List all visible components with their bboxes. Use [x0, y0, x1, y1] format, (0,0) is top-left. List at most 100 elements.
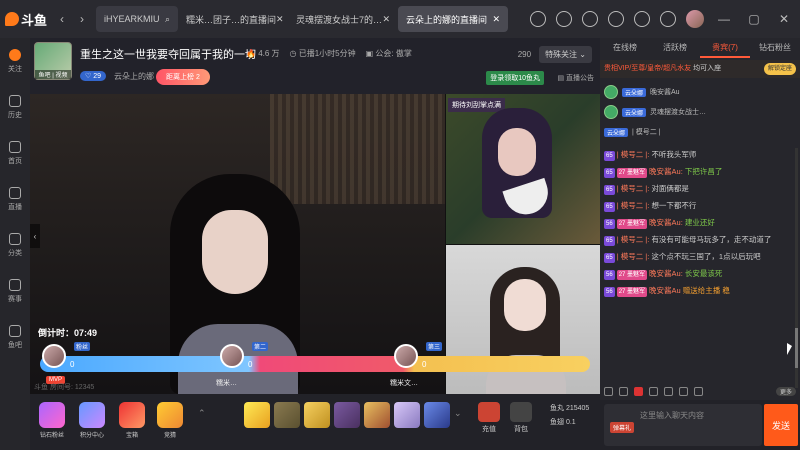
gift-item-3[interactable] — [304, 402, 330, 428]
favorite-icon[interactable] — [556, 11, 572, 27]
gift-item-1[interactable] — [244, 402, 270, 428]
pk-avatar-2[interactable] — [220, 344, 244, 368]
filter-icon[interactable] — [664, 386, 673, 396]
chat-user[interactable]: 晚安酱Au — [649, 286, 681, 295]
chat-user[interactable]: | 模号二 |: — [617, 235, 650, 244]
tab-online-rank[interactable]: 在线榜 — [600, 38, 650, 58]
gift-scroll-up-icon[interactable]: ⌃ — [198, 408, 206, 419]
chat-scroll-thumb[interactable] — [795, 328, 798, 368]
close-icon[interactable]: ✕ — [382, 14, 390, 25]
wallet-info: 鱼丸 215405 鱼翅 0.1 — [550, 402, 589, 430]
message-icon[interactable] — [530, 11, 546, 27]
level-badge: 56 — [604, 287, 615, 297]
gift-item-7[interactable] — [424, 402, 450, 428]
sidebar-item-history[interactable]: 历史 — [0, 84, 30, 130]
search-icon[interactable]: ⌕ — [165, 14, 170, 25]
shield-icon[interactable] — [634, 386, 643, 396]
pk-countdown: 倒计时：07:49 — [38, 326, 97, 339]
diamond-fans-button[interactable]: 钻石粉丝 — [34, 402, 70, 439]
collapse-sidebar-button[interactable]: ‹ — [30, 224, 40, 248]
barrage-gift-tag[interactable]: 弹幕礼 — [610, 422, 635, 433]
gift-item-5[interactable] — [364, 402, 390, 428]
volume-icon[interactable] — [619, 386, 628, 396]
window-close-icon[interactable]: ✕ — [774, 9, 794, 29]
sidebar-item-category[interactable]: 分类 — [0, 222, 30, 268]
pk-avatar-1[interactable] — [42, 344, 66, 368]
gift-item-2[interactable] — [274, 402, 300, 428]
clear-icon[interactable] — [604, 386, 613, 396]
close-icon[interactable]: ✕ — [492, 14, 500, 25]
user-avatar[interactable] — [686, 10, 704, 28]
close-icon[interactable]: ✕ — [276, 14, 284, 25]
gift-item-6[interactable] — [394, 402, 420, 428]
chat-user[interactable]: | 模号二 |: — [617, 150, 650, 159]
sidebar-item-fishbar[interactable]: 鱼吧 — [0, 314, 30, 360]
app-icon[interactable] — [660, 11, 676, 27]
sidebar-item-label: 鱼吧 — [8, 341, 22, 349]
face-shape — [504, 279, 546, 331]
back-arrow-icon[interactable]: ‹ — [52, 9, 72, 29]
tab-vip[interactable]: 贵宾(7) — [700, 38, 750, 58]
trophy-icon — [9, 278, 21, 291]
pk-avatar-3[interactable] — [394, 344, 418, 368]
unlock-seat-button[interactable]: 解锁定座 — [763, 63, 796, 75]
recharge-button[interactable]: 充值 — [476, 402, 502, 434]
more-button[interactable]: 更多 — [775, 386, 796, 396]
level-badge: 65 — [604, 185, 615, 195]
sidebar-item-home[interactable]: 首页 — [0, 130, 30, 176]
chat-text: 建业还好 — [684, 218, 715, 227]
rank-pill[interactable]: 距离上榜 2 — [156, 69, 210, 85]
forward-arrow-icon[interactable]: › — [72, 9, 92, 29]
fan-badge: 云朵娜 — [604, 127, 629, 137]
chat-user[interactable]: 晚安酱Au: — [649, 167, 683, 176]
sidebar-item-follow[interactable]: 关注 — [0, 38, 30, 84]
tab-diamond-fans[interactable]: 钻石粉丝 — [750, 38, 800, 58]
history-icon[interactable] — [608, 11, 624, 27]
tab-room-3[interactable]: 云朵上的娜的直播间 ✕ — [398, 6, 508, 32]
chat-input[interactable]: 弹幕礼 这里输入聊天内容 — [604, 404, 762, 446]
tab-room-1[interactable]: 糯米…团子…的直播间 ✕ — [178, 6, 288, 32]
chat-text: 想一下都不行 — [651, 201, 697, 210]
level-badge: 65 — [604, 151, 615, 161]
setting-icon[interactable] — [694, 386, 703, 396]
maximize-icon[interactable]: ▢ — [744, 9, 764, 29]
live-notice-button[interactable]: ▤ 直播公告 — [557, 73, 594, 83]
douyu-logo[interactable]: 斗鱼 — [0, 0, 52, 38]
send-button[interactable]: 发送 — [764, 404, 798, 446]
chat-user[interactable]: | 模号二 |: — [617, 252, 650, 261]
points-center-button[interactable]: 积分中心 — [74, 402, 110, 439]
search-box[interactable]: iHYEARKMIU ⌕ — [96, 6, 178, 32]
anchor-avatar[interactable]: 鱼吧 | 视频 — [34, 42, 72, 80]
anchor-name[interactable]: 云朵上的娜 — [114, 71, 154, 82]
tab-room-2[interactable]: 灵魂摆渡女战士7的… ✕ — [288, 6, 398, 32]
titlebar-actions: — ▢ ✕ — [530, 0, 794, 38]
backpack-button[interactable]: 背包 — [508, 402, 534, 434]
follow-button[interactable]: 特殊关注 ⌄ — [539, 46, 592, 63]
settings-icon[interactable] — [634, 11, 650, 27]
tab-active-rank[interactable]: 活跃榜 — [650, 38, 700, 58]
gift-scroll-down-icon[interactable]: ⌄ — [454, 408, 462, 419]
heat-value: 4.6 万 — [258, 49, 280, 58]
chat-user[interactable]: | 模号二 |: — [617, 184, 650, 193]
list-item[interactable]: 云朵娜 | 模号二 | — [604, 122, 796, 142]
treasure-box-button[interactable]: 宝箱 — [114, 402, 150, 439]
chat-text: 这个点不玩三国了，1点以后玩吧 — [651, 252, 761, 261]
task-icon[interactable] — [582, 11, 598, 27]
minimize-icon[interactable]: — — [714, 9, 734, 29]
list-item[interactable]: 云朵娜 灵魂摆渡女战士… — [604, 102, 796, 122]
guess-button[interactable]: 竞猜 — [152, 402, 188, 439]
gift-item-4[interactable] — [334, 402, 360, 428]
list-item[interactable]: 云朵娜 晚安酱Au — [604, 82, 796, 102]
smile-icon[interactable] — [649, 386, 658, 396]
chat-user[interactable]: | 模号二 |: — [617, 201, 650, 210]
sidebar-item-live[interactable]: 直播 — [0, 176, 30, 222]
level-badge: 56 — [604, 270, 615, 280]
chat-user[interactable]: 晚安酱Au: — [649, 269, 683, 278]
sidebar-item-label: 首页 — [8, 157, 22, 165]
chat-user[interactable]: 晚安酱Au: — [649, 218, 683, 227]
sidebar-item-events[interactable]: 赛事 — [0, 268, 30, 314]
login-reward-button[interactable]: 登录领取10鱼丸 — [486, 71, 544, 85]
lock-icon[interactable] — [679, 386, 688, 396]
video-player[interactable]: 期待刘刮掌点满 ‹ 倒计时：07:49 粉丝 0 MVP 第二 0 糯米… 第三… — [30, 94, 600, 394]
pk-tag-3: 第三 — [426, 342, 443, 351]
